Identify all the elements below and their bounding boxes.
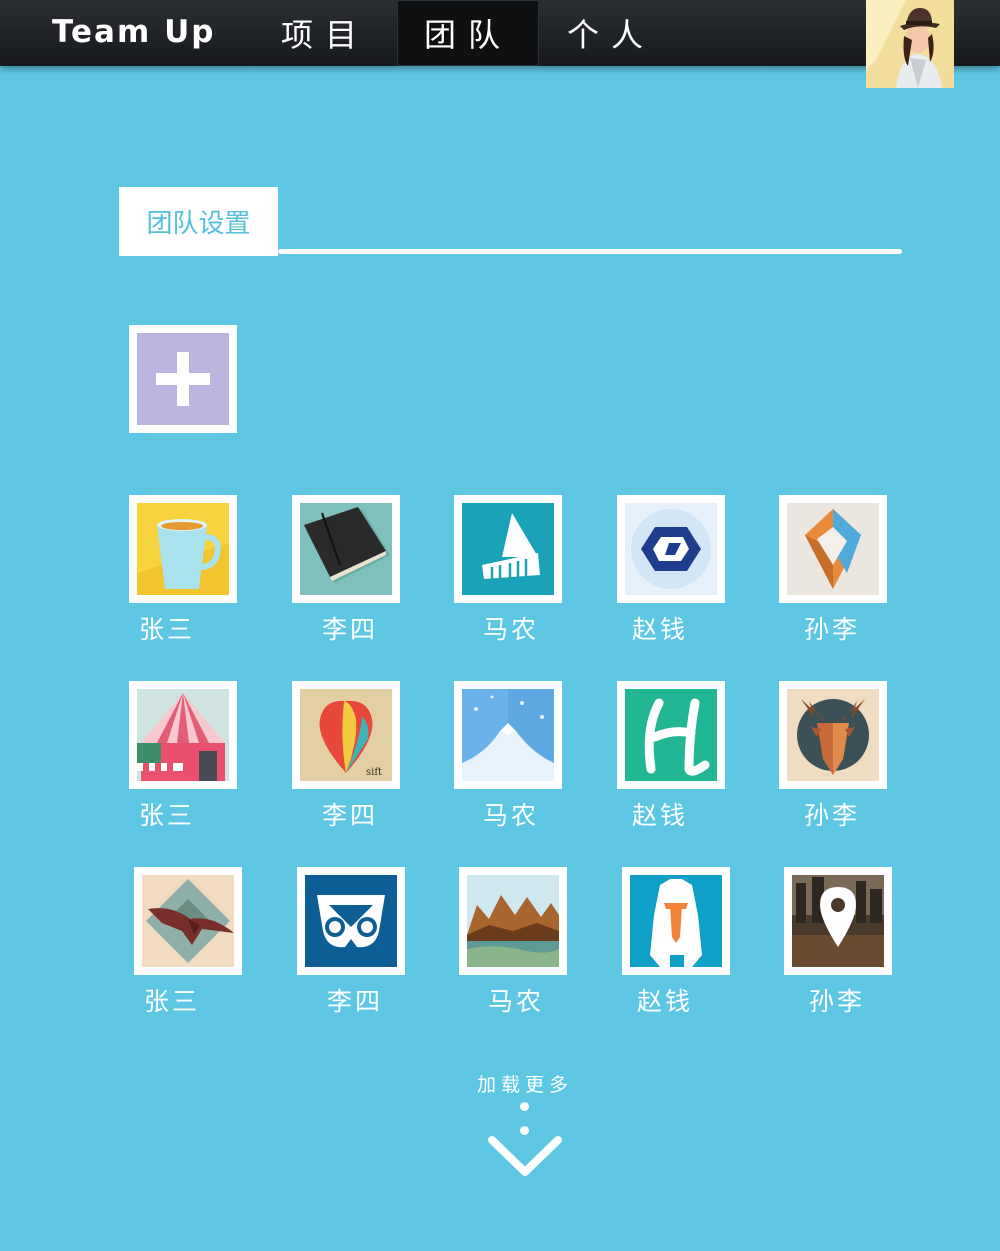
coffee-cup-icon xyxy=(137,503,229,595)
tab-personal[interactable]: 个人 xyxy=(540,0,682,66)
mountain-icon xyxy=(462,689,554,781)
member-tile[interactable] xyxy=(779,681,887,789)
member-tile[interactable] xyxy=(454,495,562,603)
member-name: 马农 xyxy=(483,801,540,830)
member-name: 赵钱 xyxy=(632,615,689,644)
member-name: 马农 xyxy=(483,615,540,644)
eagle-icon xyxy=(142,875,234,967)
diamond-logo-icon xyxy=(787,503,879,595)
add-member-button[interactable] xyxy=(129,325,237,433)
building-icon xyxy=(462,503,554,595)
section-divider xyxy=(278,249,902,254)
member-tile[interactable] xyxy=(459,867,567,975)
landscape-icon xyxy=(467,875,559,967)
tent-shop-icon xyxy=(137,689,229,781)
member-tile[interactable] xyxy=(622,867,730,975)
member-name: 李四 xyxy=(322,615,379,644)
member-tile[interactable] xyxy=(292,495,400,603)
deer-head-icon xyxy=(787,689,879,781)
yeti-icon xyxy=(630,875,722,967)
plus-icon xyxy=(137,333,229,425)
hot-air-balloon-icon: sift xyxy=(300,689,392,781)
member-tile[interactable] xyxy=(617,495,725,603)
member-name: 赵钱 xyxy=(632,801,689,830)
brand-logo[interactable]: Team Up xyxy=(52,14,215,50)
member-tile[interactable] xyxy=(129,681,237,789)
notebook-icon xyxy=(300,503,392,595)
member-name: 孙李 xyxy=(804,615,861,644)
svg-text:sift: sift xyxy=(366,767,382,778)
hexagon-logo-icon xyxy=(625,503,717,595)
member-tile[interactable] xyxy=(129,495,237,603)
member-tile[interactable] xyxy=(779,495,887,603)
member-name: 张三 xyxy=(139,801,196,830)
member-tile[interactable]: sift xyxy=(292,681,400,789)
team-settings-tab[interactable]: 团队设置 xyxy=(119,187,278,256)
tab-team[interactable]: 团队 xyxy=(397,0,539,66)
member-name: 张三 xyxy=(144,987,201,1016)
member-name: 张三 xyxy=(139,615,196,644)
member-name: 孙李 xyxy=(809,987,866,1016)
member-name: 李四 xyxy=(322,801,379,830)
member-tile[interactable] xyxy=(617,681,725,789)
member-name: 马农 xyxy=(488,987,545,1016)
loading-dot xyxy=(520,1102,529,1111)
top-navigation-bar: Team Up 项目 团队 个人 xyxy=(0,0,1000,66)
user-photo-icon xyxy=(866,0,954,88)
member-name: 李四 xyxy=(327,987,384,1016)
member-tile[interactable] xyxy=(454,681,562,789)
member-tile[interactable] xyxy=(134,867,242,975)
tab-projects[interactable]: 项目 xyxy=(254,0,396,66)
member-name: 赵钱 xyxy=(637,987,694,1016)
member-name: 孙李 xyxy=(804,801,861,830)
owl-logo-icon xyxy=(305,875,397,967)
member-tile[interactable] xyxy=(784,867,892,975)
load-more-button[interactable]: 加载更多 xyxy=(470,1070,580,1097)
map-pin-icon xyxy=(792,875,884,967)
member-tile[interactable] xyxy=(297,867,405,975)
chevron-down-icon[interactable] xyxy=(484,1132,566,1182)
letter-h-icon xyxy=(625,689,717,781)
user-avatar[interactable] xyxy=(866,0,954,88)
